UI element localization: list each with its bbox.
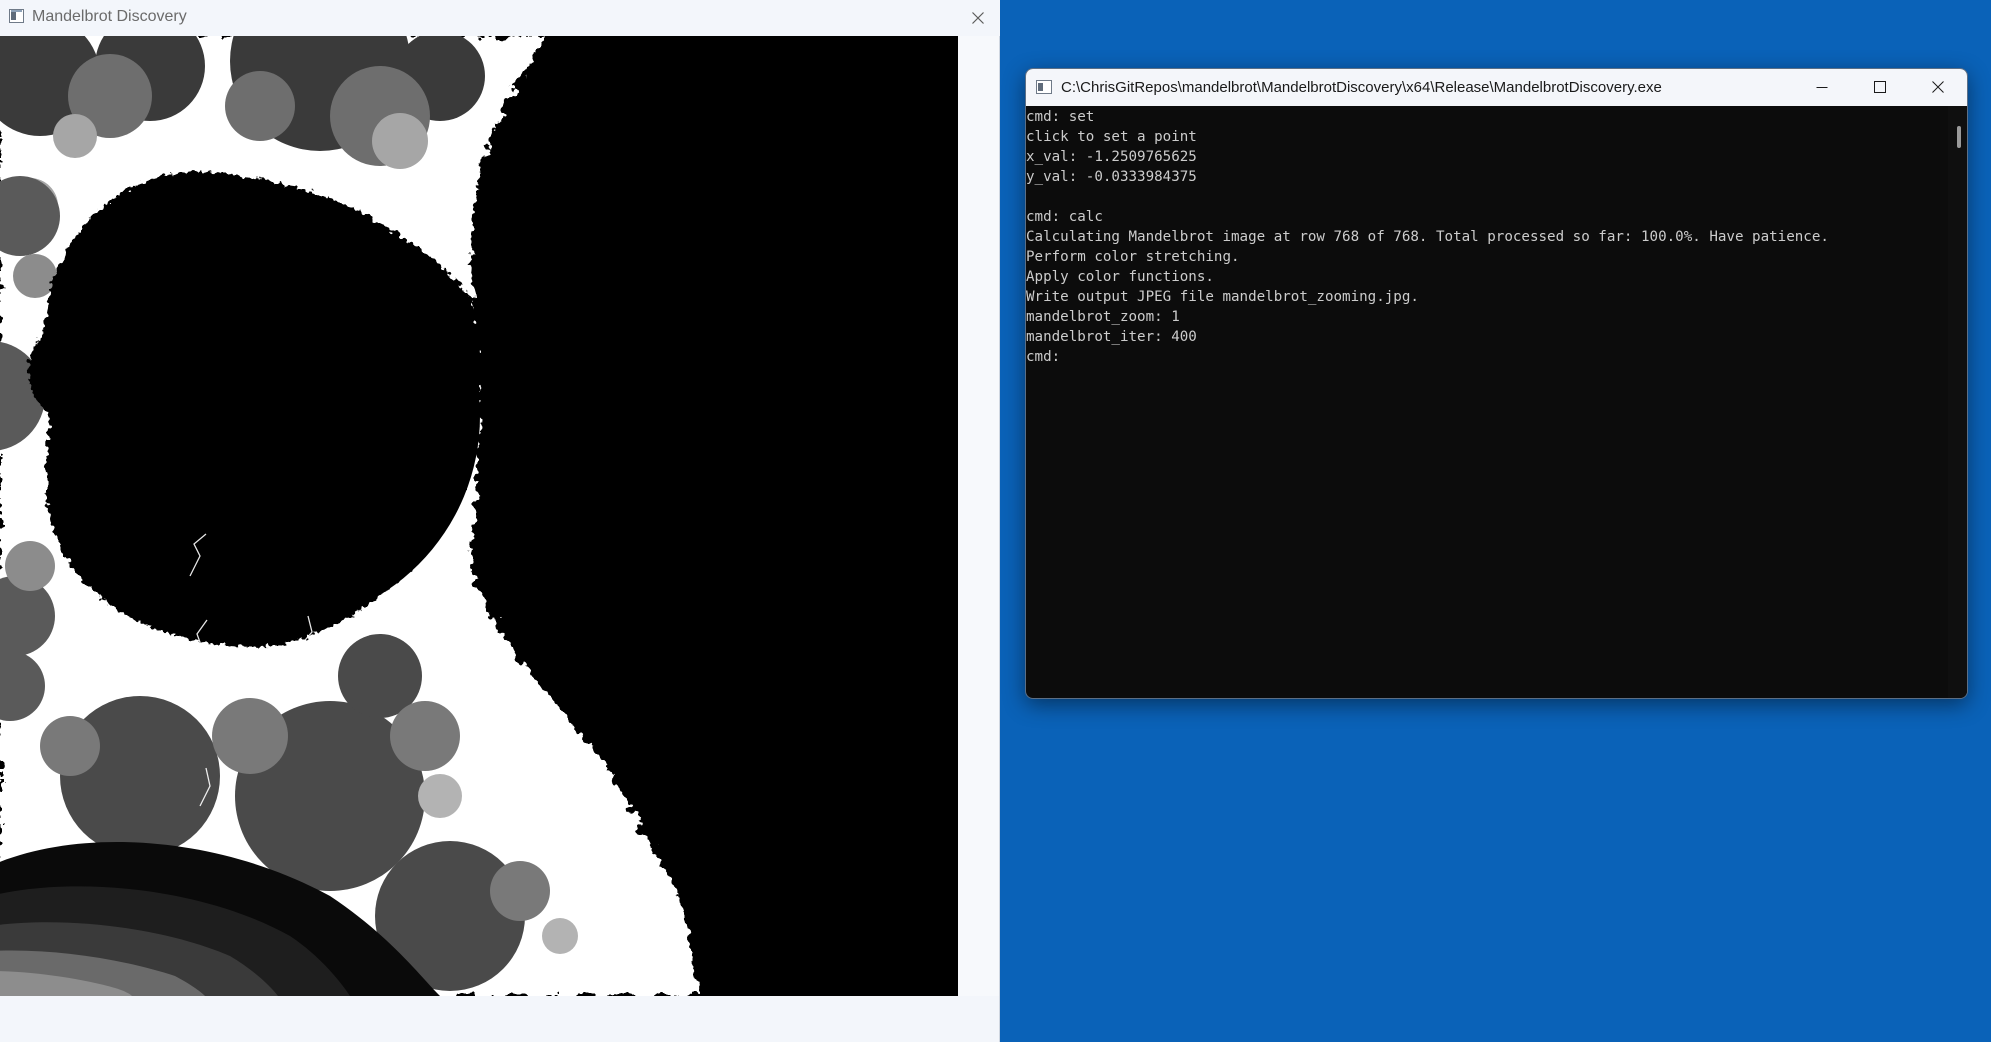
close-icon	[1932, 81, 1944, 93]
console-output[interactable]: cmd: set click to set a point x_val: -1.25…	[1026, 106, 1948, 698]
console-line: cmd: calc	[1026, 209, 1103, 225]
app-icon	[9, 9, 24, 23]
mandelbrot-window: Mandelbrot Discovery	[0, 0, 1000, 1042]
mandelbrot-titlebar[interactable]: Mandelbrot Discovery	[0, 0, 1000, 36]
mandelbrot-fractal-image	[0, 36, 958, 996]
maximize-button[interactable]	[1851, 69, 1909, 106]
minimize-icon	[1816, 87, 1828, 88]
console-line: x_val: -1.2509765625	[1026, 149, 1197, 165]
console-line: mandelbrot_zoom: 1	[1026, 309, 1180, 325]
console-titlebar[interactable]: C:\ChrisGitRepos\mandelbrot\MandelbrotDi…	[1026, 69, 1967, 106]
console-line: click to set a point	[1026, 129, 1197, 145]
mandelbrot-right-panel	[958, 36, 999, 996]
console-line: Write output JPEG file mandelbrot_zoomin…	[1026, 289, 1419, 305]
console-close-button[interactable]	[1909, 69, 1967, 106]
minimize-button[interactable]	[1793, 69, 1851, 106]
console-app-icon	[1036, 80, 1052, 94]
maximize-icon	[1874, 81, 1886, 93]
console-window-title: C:\ChrisGitRepos\mandelbrot\MandelbrotDi…	[1061, 79, 1662, 96]
mandelbrot-canvas[interactable]	[0, 36, 958, 996]
console-line: cmd:	[1026, 349, 1061, 365]
console-line: Calculating Mandelbrot image at row 768 …	[1026, 229, 1829, 245]
console-scrollbar[interactable]	[1948, 106, 1967, 698]
mandelbrot-window-title: Mandelbrot Discovery	[32, 8, 187, 25]
close-icon	[972, 12, 984, 24]
console-line: Perform color stretching.	[1026, 249, 1240, 265]
console-line: mandelbrot_iter: 400	[1026, 329, 1197, 345]
console-line: Apply color functions.	[1026, 269, 1214, 285]
console-window: C:\ChrisGitRepos\mandelbrot\MandelbrotDi…	[1025, 68, 1968, 699]
mandelbrot-close-button[interactable]	[962, 3, 994, 33]
console-line: y_val: -0.0333984375	[1026, 169, 1197, 185]
scrollbar-thumb[interactable]	[1957, 126, 1961, 148]
console-line: cmd: set	[1026, 109, 1095, 125]
